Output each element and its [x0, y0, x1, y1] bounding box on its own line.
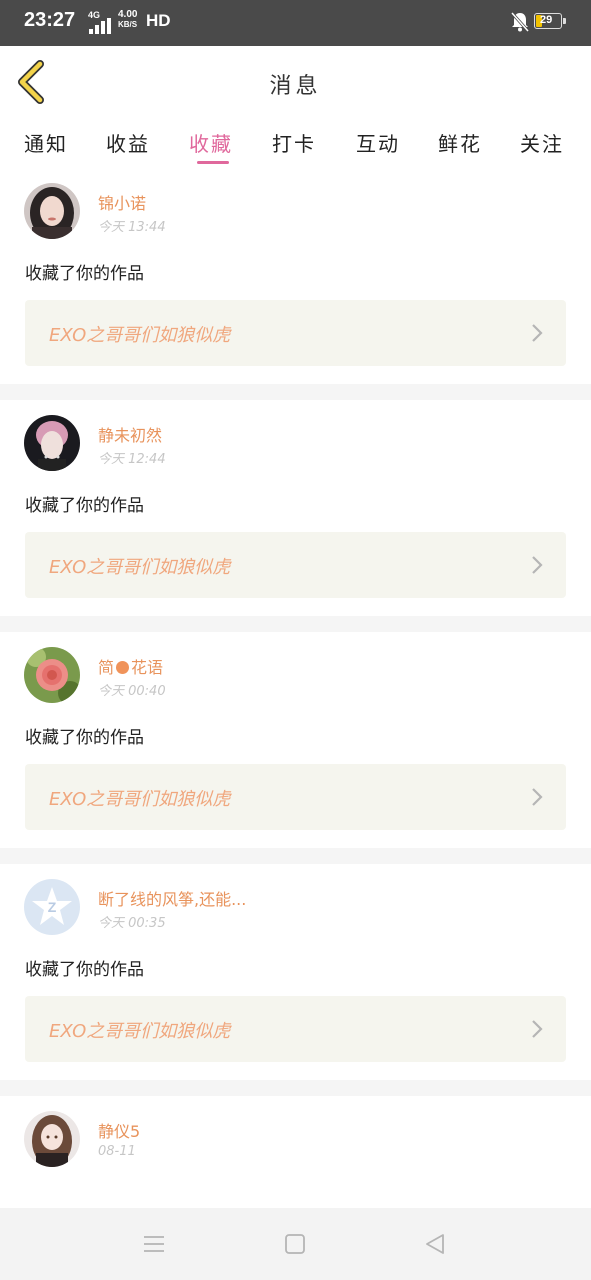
tab-interaction[interactable]: 互动 — [356, 128, 400, 157]
chevron-right-icon — [532, 556, 543, 574]
hd-indicator: HD — [146, 11, 171, 30]
mute-bell-icon — [510, 12, 530, 32]
work-link[interactable]: EXO之哥哥们如狼似虎 — [25, 300, 566, 366]
active-tab-indicator — [197, 161, 229, 164]
action-text: 收藏了你的作品 — [25, 496, 144, 516]
message-card: 静仪5 08-11 — [0, 1096, 591, 1208]
work-title: EXO之哥哥们如狼似虎 — [49, 1021, 231, 1042]
username[interactable]: 锦小诺 — [98, 190, 146, 214]
chevron-right-icon — [532, 324, 543, 342]
work-link[interactable]: EXO之哥哥们如狼似虎 — [25, 764, 566, 830]
status-time: 23:27 — [24, 9, 76, 31]
message-card: 锦小诺 今天 13:44 收藏了你的作品 EXO之哥哥们如狼似虎 — [0, 168, 591, 384]
avatar[interactable] — [24, 647, 80, 703]
tab-notice[interactable]: 通知 — [24, 128, 68, 157]
username[interactable]: 静未初然 — [98, 422, 162, 446]
divider — [0, 384, 591, 400]
signal-icon: 4G — [88, 10, 118, 36]
work-link[interactable]: EXO之哥哥们如狼似虎 — [25, 532, 566, 598]
status-bar: 23:27 4G 4.00 KB/S HD 29 — [0, 0, 591, 46]
avatar[interactable] — [24, 415, 80, 471]
tab-follow[interactable]: 关注 — [520, 128, 564, 157]
message-time: 今天 00:40 — [98, 684, 166, 699]
message-time: 今天 12:44 — [98, 452, 166, 467]
tab-flowers[interactable]: 鲜花 — [438, 128, 482, 157]
avatar[interactable]: Z — [24, 879, 80, 935]
work-title: EXO之哥哥们如狼似虎 — [49, 557, 231, 578]
message-card: Z 断了线的风筝,还能... 今天 00:35 收藏了你的作品 EXO之哥哥们如… — [0, 864, 591, 1080]
home-square-icon[interactable] — [283, 1232, 307, 1256]
action-text: 收藏了你的作品 — [25, 264, 144, 284]
page-title: 消息 — [269, 74, 322, 99]
message-time: 08-11 — [98, 1144, 136, 1159]
message-card: 静未初然 今天 12:44 收藏了你的作品 EXO之哥哥们如狼似虎 — [0, 400, 591, 616]
back-triangle-icon[interactable] — [423, 1232, 447, 1256]
svg-text:Z: Z — [48, 899, 57, 915]
message-time: 今天 13:44 — [98, 220, 166, 235]
avatar[interactable] — [24, 183, 80, 239]
username[interactable]: 简花语 — [98, 654, 163, 678]
header: 消息 — [0, 46, 591, 119]
action-text: 收藏了你的作品 — [25, 960, 144, 980]
divider — [0, 848, 591, 864]
system-nav-bar — [0, 1208, 591, 1280]
message-card: 简花语 今天 00:40 收藏了你的作品 EXO之哥哥们如狼似虎 — [0, 632, 591, 848]
chevron-right-icon — [532, 788, 543, 806]
work-title: EXO之哥哥们如狼似虎 — [49, 789, 231, 810]
divider — [0, 1080, 591, 1096]
battery-level: 29 — [540, 14, 553, 26]
chevron-right-icon — [532, 1020, 543, 1038]
tab-bar: 通知 收益 收藏 打卡 互动 鲜花 关注 — [0, 118, 591, 168]
tab-earnings[interactable]: 收益 — [106, 128, 150, 157]
work-link[interactable]: EXO之哥哥们如狼似虎 — [25, 996, 566, 1062]
username[interactable]: 断了线的风筝,还能... — [98, 886, 246, 910]
battery-icon: 29 — [534, 13, 568, 31]
tab-favorites[interactable]: 收藏 — [189, 128, 233, 157]
work-title: EXO之哥哥们如狼似虎 — [49, 325, 231, 346]
tab-checkin[interactable]: 打卡 — [272, 128, 316, 157]
avatar[interactable] — [24, 1111, 80, 1167]
username[interactable]: 静仪5 — [98, 1118, 140, 1142]
net-speed: 4.00 KB/S — [118, 9, 138, 29]
orange-dot-icon — [116, 661, 130, 674]
divider — [0, 616, 591, 632]
menu-icon[interactable] — [142, 1232, 166, 1256]
message-time: 今天 00:35 — [98, 916, 166, 931]
action-text: 收藏了你的作品 — [25, 728, 144, 748]
